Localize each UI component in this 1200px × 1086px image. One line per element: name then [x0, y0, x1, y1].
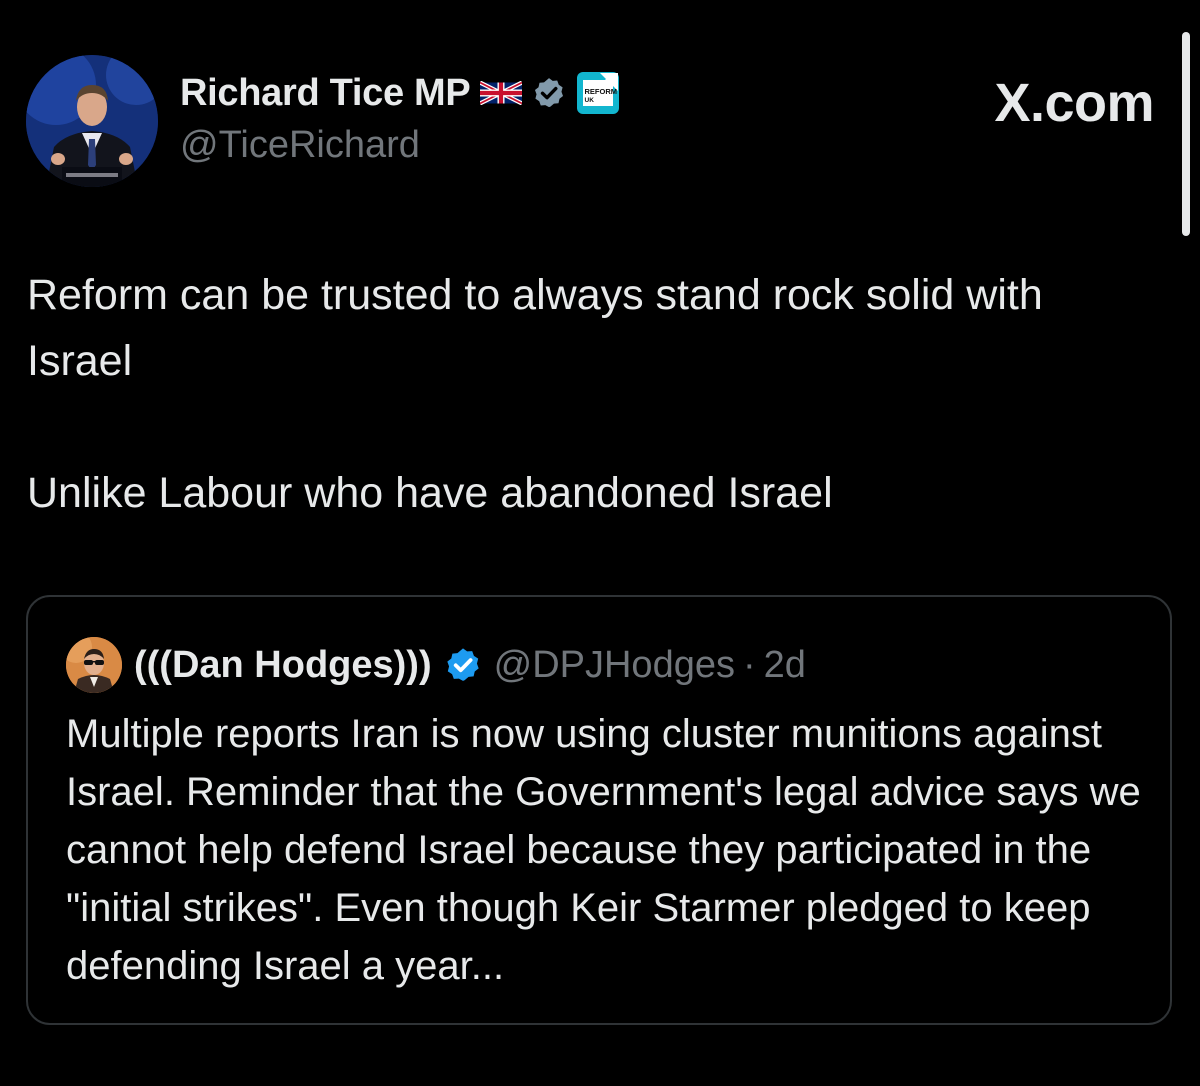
quoted-author-handle[interactable]: @DPJHodges: [494, 644, 735, 687]
site-label: X.com: [994, 73, 1154, 133]
separator-dot: ·: [742, 643, 756, 686]
quoted-tweet-timestamp[interactable]: 2d: [764, 644, 806, 687]
author-handle[interactable]: @TiceRichard: [180, 124, 420, 167]
profile-photo-icon: [66, 637, 122, 693]
profile-photo-icon: [26, 55, 158, 187]
tweet-paragraph: Unlike Labour who have abandoned Israel: [27, 469, 833, 517]
quoted-tweet-header: (((Dan Hodges))) @DPJHodges · 2d: [66, 637, 806, 693]
tweet-paragraph: Reform can be trusted to always stand ro…: [27, 271, 1055, 385]
quoted-tweet-card[interactable]: (((Dan Hodges))) @DPJHodges · 2d Multipl…: [26, 595, 1172, 1025]
author-name-row: Richard Tice MP REFORM UK: [180, 70, 620, 116]
uk-flag-icon: [479, 80, 524, 106]
quoted-author-name[interactable]: (((Dan Hodges))): [134, 644, 432, 687]
author-display-name[interactable]: Richard Tice MP: [180, 72, 471, 115]
verified-icon[interactable]: [444, 646, 482, 684]
quoted-tweet-text: Multiple reports Iran is now using clust…: [66, 712, 1141, 988]
author-avatar[interactable]: [26, 55, 158, 187]
verified-icon[interactable]: [532, 76, 566, 110]
scrollbar[interactable]: [1182, 32, 1190, 236]
reform-uk-icon[interactable]: REFORM UK: [576, 71, 620, 115]
svg-text:REFORM: REFORM: [585, 87, 618, 96]
quoted-author-avatar[interactable]: [66, 637, 122, 693]
svg-text:UK: UK: [585, 97, 595, 104]
tweet-text: Reform can be trusted to always stand ro…: [27, 262, 1157, 526]
